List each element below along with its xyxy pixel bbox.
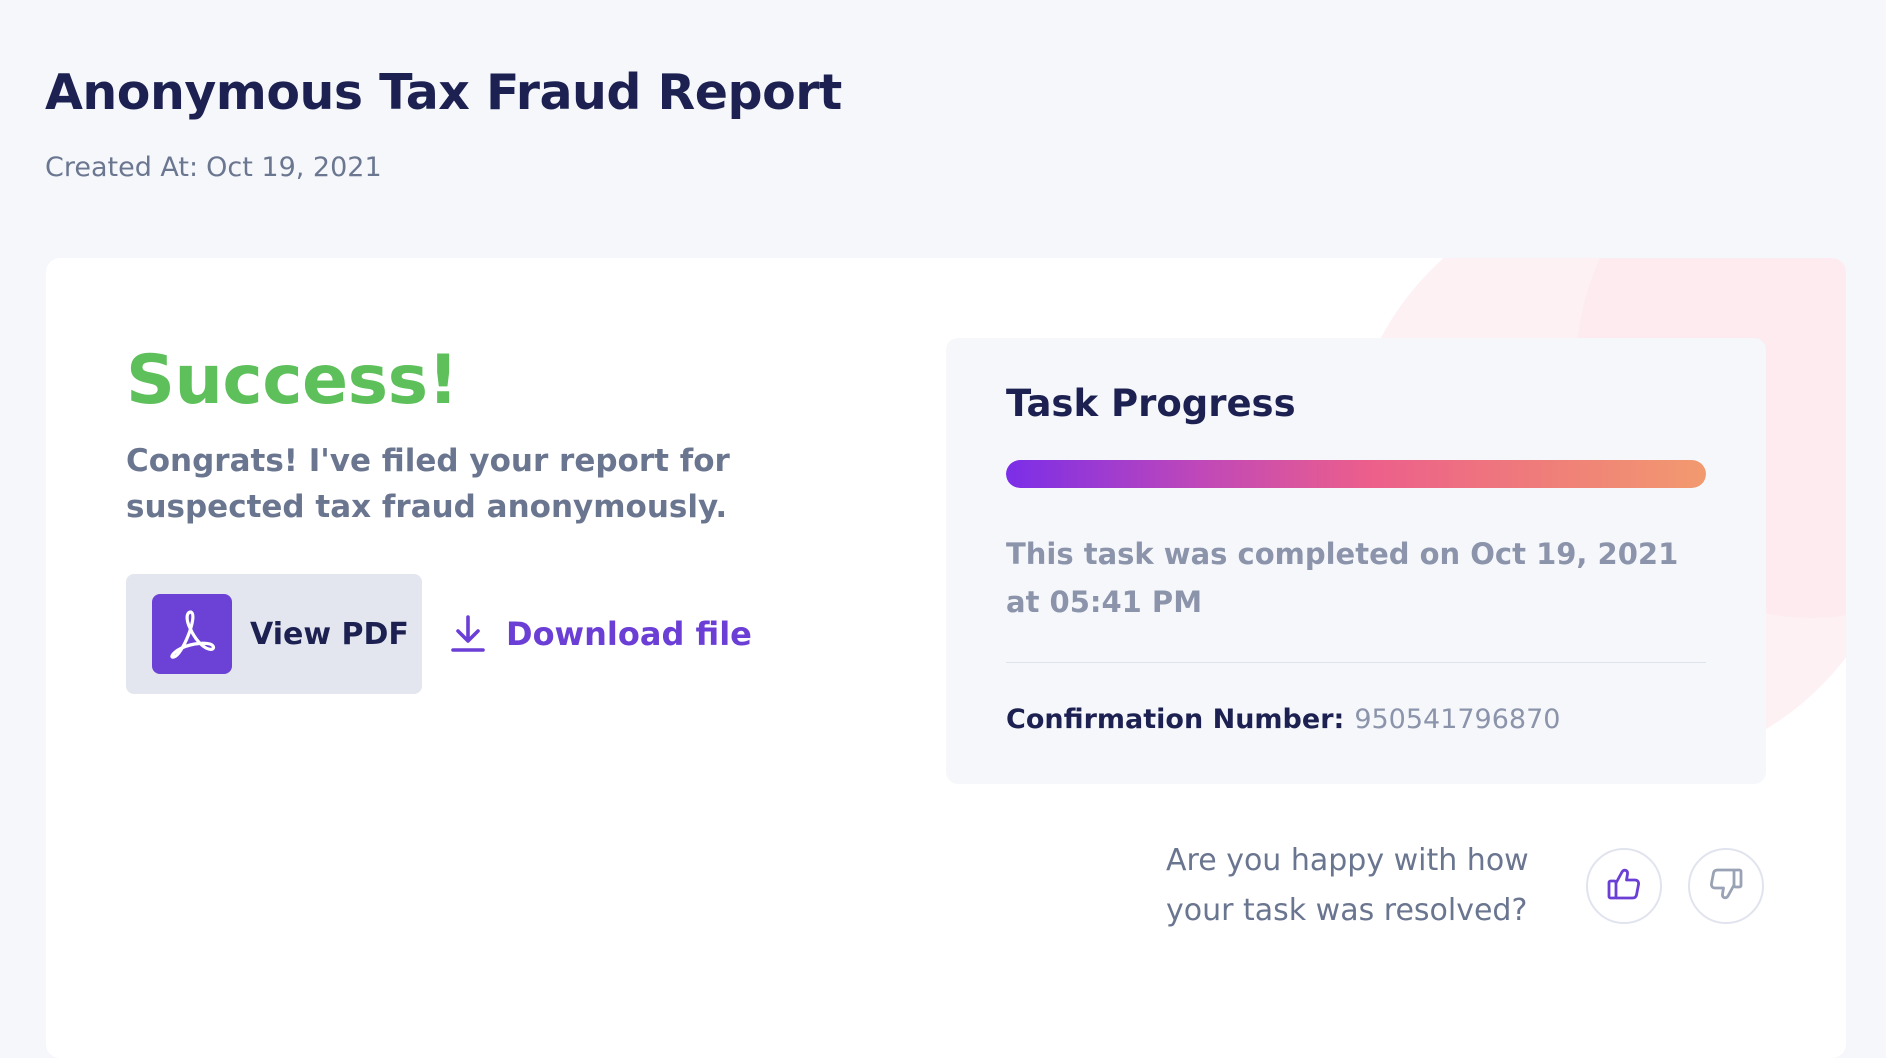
- confirmation-number-label: Confirmation Number:: [1006, 704, 1345, 735]
- task-progress-title: Task Progress: [1006, 382, 1296, 425]
- success-message: Congrats! I've filed your report for sus…: [126, 443, 730, 525]
- view-pdf-label: View PDF: [250, 616, 409, 652]
- view-pdf-button[interactable]: View PDF: [126, 574, 422, 694]
- thumbs-up-icon: [1604, 864, 1644, 908]
- thumbs-down-icon: [1706, 864, 1746, 908]
- feedback-question: Are you happy with how your task was res…: [1166, 843, 1529, 928]
- result-card: Success! Congrats! I've filed your repor…: [46, 258, 1846, 1058]
- created-at-label: Created At:: [45, 152, 199, 183]
- download-file-link[interactable]: Download file: [450, 608, 752, 660]
- success-heading: Success!: [126, 341, 459, 420]
- divider: [1006, 662, 1706, 663]
- download-icon: [450, 614, 486, 654]
- confirmation-number-value: 950541796870: [1354, 704, 1561, 735]
- acrobat-pdf-icon: [152, 594, 232, 674]
- thumbs-down-button[interactable]: [1688, 848, 1764, 924]
- download-file-label: Download file: [506, 615, 752, 653]
- page-title: Anonymous Tax Fraud Report: [45, 64, 842, 121]
- task-progress-bar: [1006, 460, 1706, 488]
- created-at: Created At: Oct 19, 2021: [45, 150, 390, 186]
- created-at-date: Oct 19, 2021: [206, 152, 382, 183]
- thumbs-up-button[interactable]: [1586, 848, 1662, 924]
- task-completed-text: This task was completed on Oct 19, 2021 …: [1006, 537, 1679, 619]
- task-progress-fill: [1006, 460, 1706, 488]
- confirmation-number: Confirmation Number: 950541796870: [1006, 702, 1560, 738]
- task-progress-card: Task Progress This task was completed on…: [946, 338, 1766, 784]
